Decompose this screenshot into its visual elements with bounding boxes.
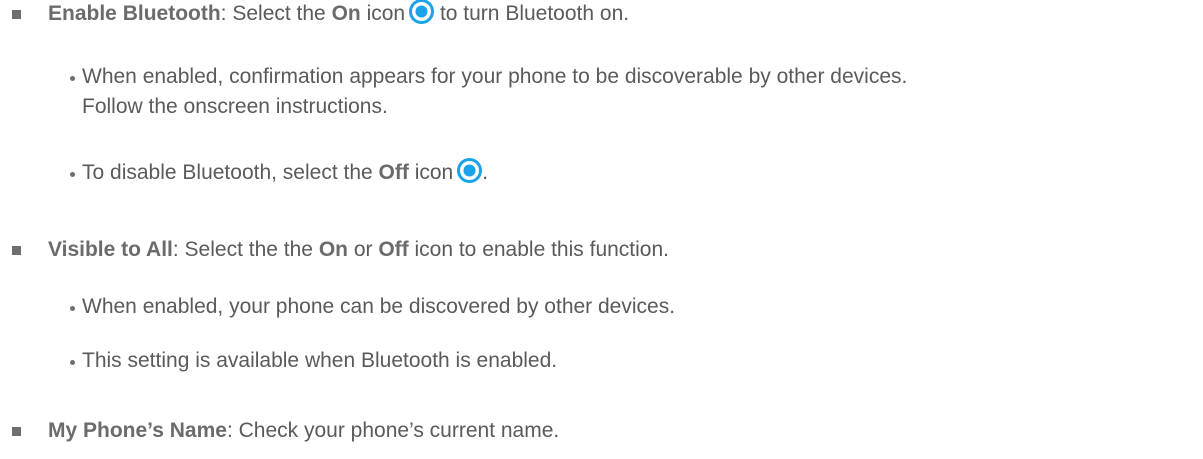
- square-bullet-icon: [12, 10, 21, 19]
- or-text: or: [347, 238, 379, 261]
- sub-item-text: When enabled, your phone can be discover…: [82, 295, 676, 318]
- radio-on-icon: [409, 0, 435, 24]
- item-text: Visible to All: Select the the On or Off…: [48, 235, 669, 265]
- item-tail-text: to turn Bluetooth on.: [434, 2, 630, 25]
- off-label: Off: [378, 238, 409, 261]
- radio-on-icon: [457, 158, 483, 183]
- square-bullet-icon: [12, 246, 21, 255]
- item-separator-text: : Select the: [220, 2, 332, 25]
- icon-word: icon: [408, 161, 454, 184]
- item-label: Enable Bluetooth: [48, 2, 221, 25]
- off-label: Off: [378, 161, 409, 184]
- sub-item-text: To disable Bluetooth, select the Off ico…: [82, 158, 488, 188]
- sub-item-before-text: To disable Bluetooth, select the: [82, 161, 379, 184]
- sub-item-line1: When enabled, confirmation appears for y…: [82, 65, 908, 88]
- sub-item-tail-text: .: [482, 161, 489, 184]
- item-label: My Phone’s Name: [48, 419, 227, 442]
- item-text: Enable Bluetooth: Select the On icon to …: [48, 0, 629, 29]
- square-bullet-icon: [12, 427, 21, 436]
- item-tail-text: icon to enable this function.: [408, 238, 669, 261]
- document-page: Enable Bluetooth: Select the On icon to …: [0, 0, 1203, 459]
- sub-item-line2: Follow the onscreen instructions.: [82, 95, 388, 118]
- icon-word: icon: [360, 2, 406, 25]
- on-label: On: [331, 2, 361, 25]
- dot-bullet-icon: [70, 76, 75, 81]
- list-item-enable-bluetooth: Enable Bluetooth: Select the On icon to …: [0, 0, 1203, 30]
- item-tail-text: : Check your phone’s current name.: [226, 419, 560, 442]
- item-separator-text: : Select the the: [172, 238, 319, 261]
- item-text: My Phone’s Name: Check your phone’s curr…: [48, 416, 559, 446]
- dot-bullet-icon: [70, 306, 75, 311]
- item-label: Visible to All: [48, 238, 173, 261]
- on-label: On: [318, 238, 348, 261]
- dot-bullet-icon: [70, 172, 75, 177]
- sub-item-text: This setting is available when Bluetooth…: [82, 349, 558, 372]
- dot-bullet-icon: [70, 360, 75, 365]
